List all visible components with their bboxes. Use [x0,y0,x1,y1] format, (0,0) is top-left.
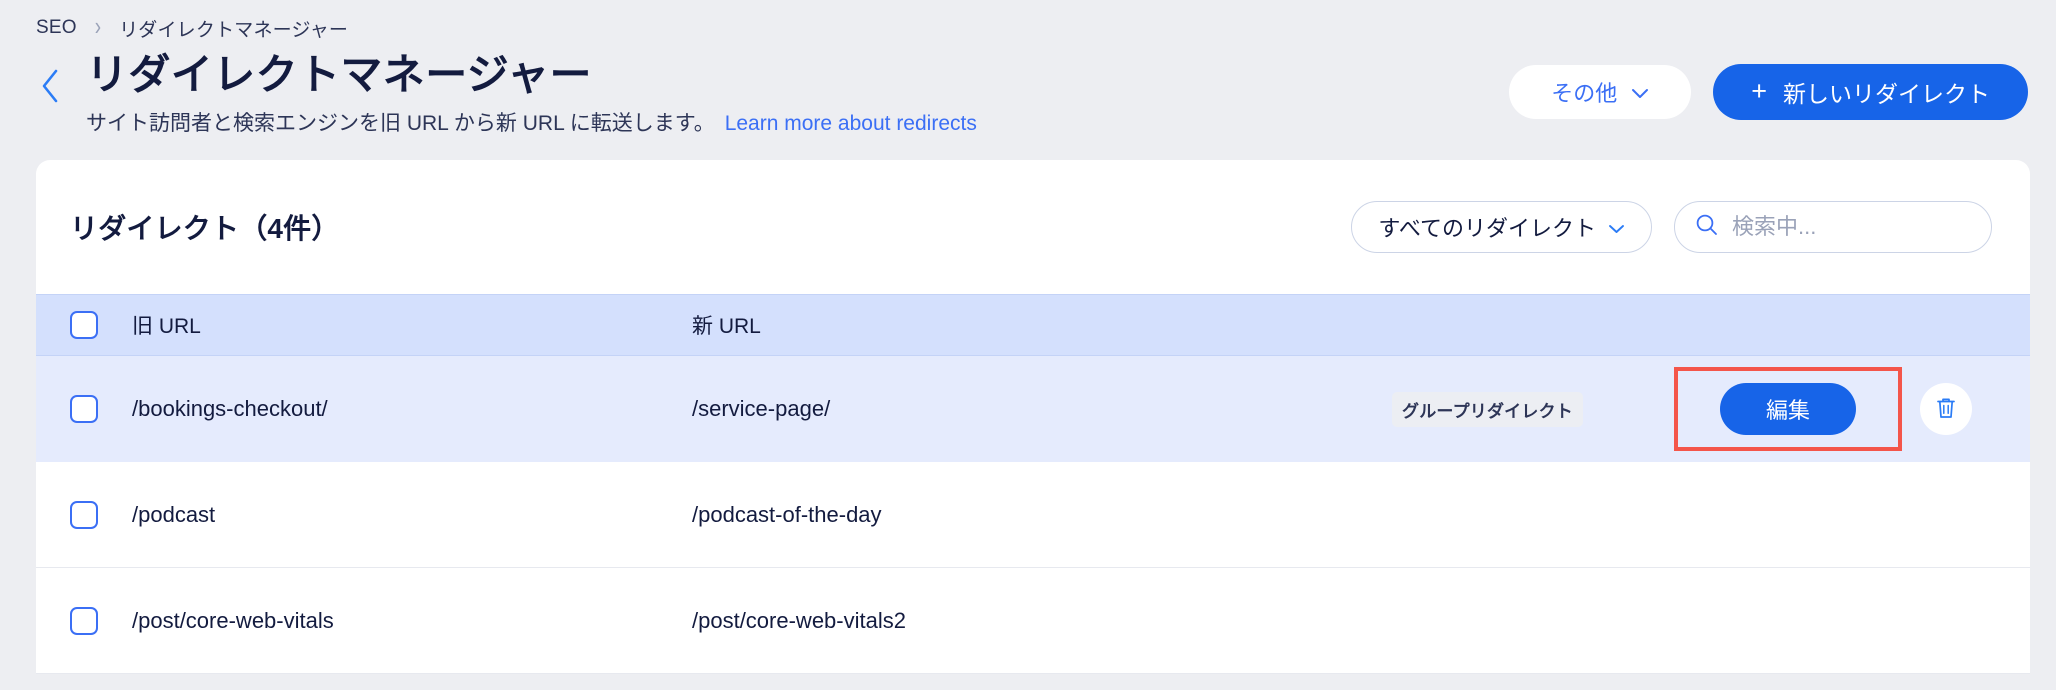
edit-button-highlight-outline: 編集 [1673,367,1902,451]
table-row[interactable]: /post/core-web-vitals /post/core-web-vit… [36,568,2030,674]
table-header-row: 旧 URL 新 URL [36,294,2030,356]
status-badge: グループリダイレクト [1392,391,1583,427]
chevron-down-icon [1608,214,1625,240]
row-select-cell [70,606,132,635]
header-actions: その他 + 新しいリダイレクト [1509,50,2028,120]
page-subtitle: サイト訪問者と検索エンジンを旧 URL から新 URL に転送します。 [86,111,715,135]
redirects-table: 旧 URL 新 URL /bookings-checkout/ /service… [36,294,2030,674]
breadcrumb-separator-icon: › [94,13,102,42]
cell-tag: グループリダイレクト [1392,391,1674,427]
more-button-label: その他 [1551,81,1618,106]
more-button[interactable]: その他 [1509,65,1692,119]
table-row[interactable]: /podcast /podcast-of-the-day [36,462,2030,568]
plus-icon: + [1751,75,1767,106]
row-actions: 編集 [1673,367,1996,451]
redirects-card: リダイレクト（4件） すべてのリダイレクト 検索中... 旧 URL 新 URL… [36,160,2030,674]
cell-old-url: /podcast [132,501,216,527]
card-title: リダイレクト（4件） [70,213,340,244]
card-header: リダイレクト（4件） すべてのリダイレクト [36,160,2030,294]
delete-button[interactable] [1920,383,1972,435]
breadcrumb-item-seo[interactable]: SEO [36,17,77,39]
table-row[interactable]: /bookings-checkout/ /service-page/ グループリ… [36,356,2030,462]
new-redirect-button-label: 新しいリダイレクト [1783,81,1990,107]
row-select-cell [70,395,132,423]
cell-old-url: /bookings-checkout/ [132,396,328,421]
select-all-checkbox[interactable] [70,311,98,339]
breadcrumb-item-redirect-manager[interactable]: リダイレクトマネージャー [119,15,348,42]
search-icon [1695,213,1718,241]
search-input[interactable] [1732,214,1971,240]
cell-old-url: /post/core-web-vitals [132,607,334,633]
redirect-filter-select[interactable]: すべてのリダイレクト [1351,201,1652,253]
search-box[interactable] [1674,201,1992,253]
redirect-filter-label: すべてのリダイレクト [1378,216,1596,241]
cell-new-url: /post/core-web-vitals2 [692,607,906,633]
row-checkbox[interactable] [70,500,98,529]
row-checkbox[interactable] [70,395,98,423]
row-checkbox[interactable] [70,606,98,635]
row-select-cell [70,500,132,529]
edit-button[interactable]: 編集 [1719,383,1856,435]
learn-more-link[interactable]: Learn more about redirects [725,112,977,135]
breadcrumb: SEO › リダイレクトマネージャー [0,0,2056,42]
page-header: リダイレクトマネージャー サイト訪問者と検索エンジンを旧 URL から新 URL… [0,40,2056,156]
select-all-cell [70,311,132,339]
new-redirect-button[interactable]: + 新しいリダイレクト [1713,64,2028,120]
page-subtitle-block: サイト訪問者と検索エンジンを旧 URL から新 URL に転送します。 Learn… [86,109,1509,138]
column-header-new-url: 新 URL [692,315,761,338]
back-button[interactable] [30,58,70,114]
cell-new-url: /service-page/ [692,396,831,421]
cell-new-url: /podcast-of-the-day [692,501,882,527]
page-title-block: リダイレクトマネージャー サイト訪問者と検索エンジンを旧 URL から新 URL… [70,50,1509,138]
chevron-left-icon [39,68,61,104]
trash-icon [1935,396,1957,423]
column-header-old-url: 旧 URL [132,315,201,338]
chevron-down-icon [1631,79,1649,105]
page-title: リダイレクトマネージャー [86,51,592,98]
